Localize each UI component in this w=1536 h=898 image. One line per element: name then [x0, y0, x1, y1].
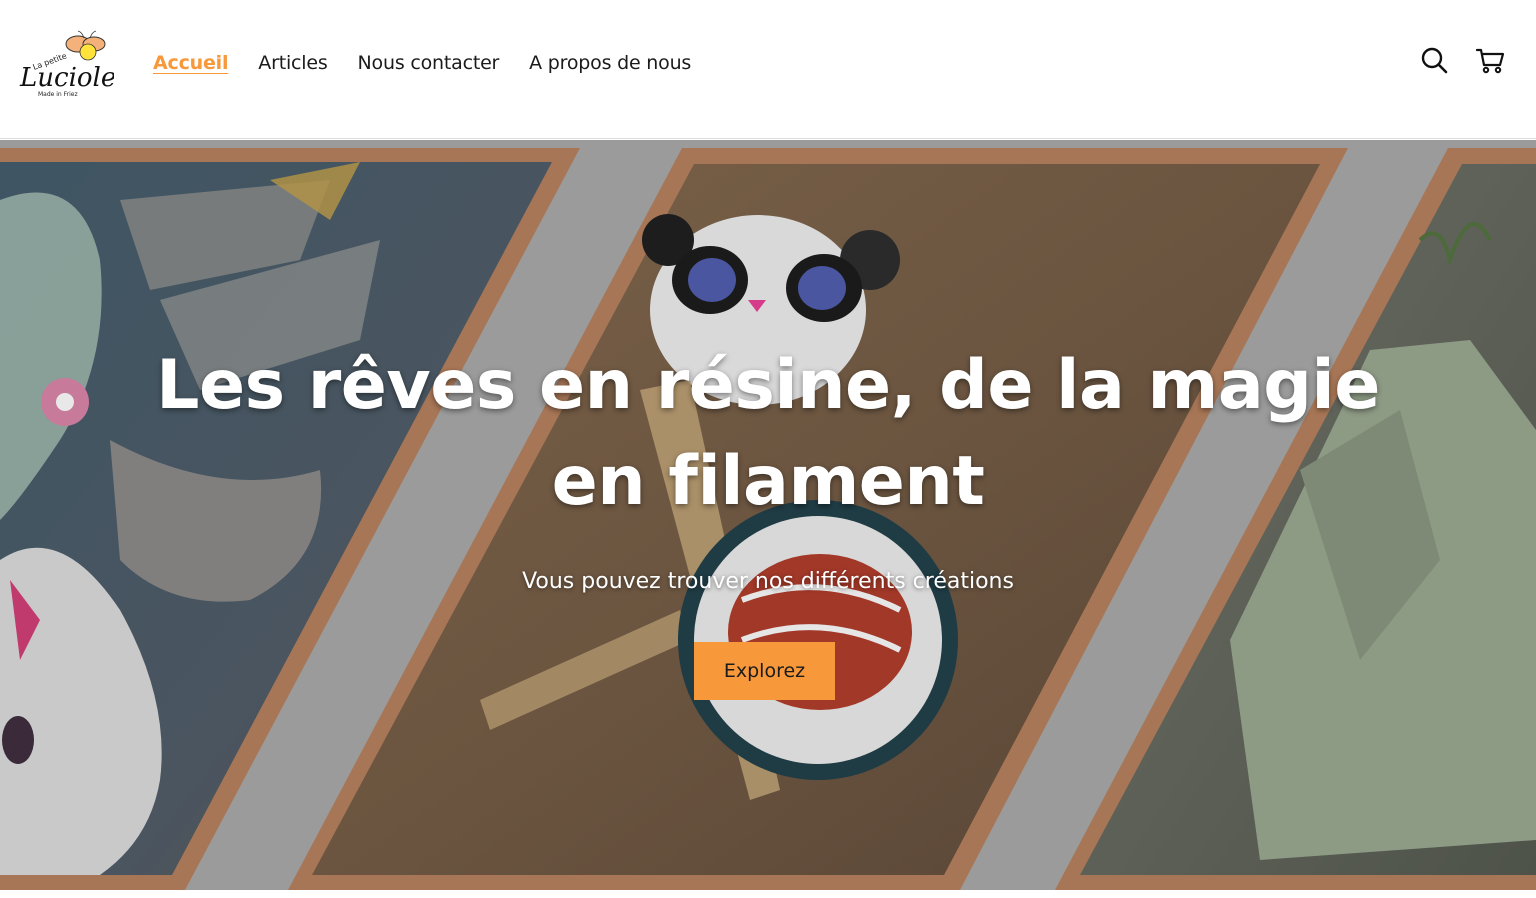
- search-button[interactable]: [1418, 44, 1450, 76]
- site-header: La petite Luciole Made in Friez Accueil …: [0, 0, 1536, 139]
- firefly-logo-icon: La petite Luciole Made in Friez: [19, 30, 116, 98]
- search-icon: [1421, 47, 1448, 74]
- header-actions: [1418, 44, 1506, 76]
- nav-item-contact[interactable]: Nous contacter: [358, 48, 500, 78]
- cart-icon: [1475, 48, 1505, 74]
- nav-item-about[interactable]: A propos de nous: [529, 48, 691, 78]
- brand-logo[interactable]: La petite Luciole Made in Friez: [14, 30, 116, 102]
- nav-item-articles[interactable]: Articles: [258, 48, 327, 78]
- hero-banner: Les rêves en résine, de la magie en fila…: [0, 140, 1536, 890]
- cart-button[interactable]: [1474, 44, 1506, 76]
- nav-item-accueil[interactable]: Accueil: [153, 48, 228, 78]
- svg-text:Made in Friez: Made in Friez: [38, 91, 78, 98]
- hero-subtitle: Vous pouvez trouver nos différents créat…: [522, 569, 1014, 594]
- main-nav: Accueil Articles Nous contacter A propos…: [153, 48, 691, 78]
- hero-title: Les rêves en résine, de la magie en fila…: [156, 346, 1380, 521]
- page-bottom-strip: [0, 890, 1536, 898]
- explore-button[interactable]: Explorez: [694, 642, 835, 700]
- svg-text:Luciole: Luciole: [19, 63, 114, 93]
